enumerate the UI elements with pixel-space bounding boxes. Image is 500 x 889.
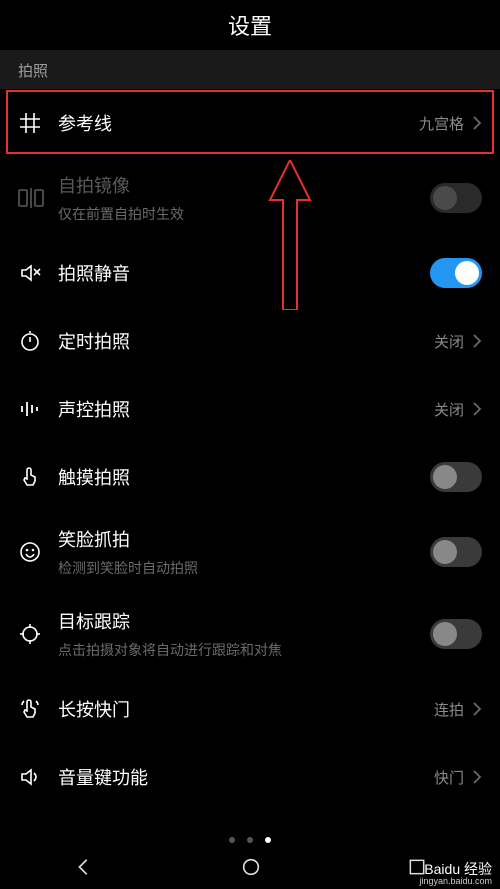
mute-icon bbox=[18, 261, 58, 285]
section-header-photo: 拍照 bbox=[0, 50, 500, 89]
row-title: 自拍镜像 bbox=[58, 172, 430, 198]
chevron-right-icon bbox=[472, 769, 482, 785]
toggle-touch[interactable] bbox=[430, 462, 482, 492]
watermark-brand: Baidu 经验 bbox=[419, 862, 492, 877]
row-title: 音量键功能 bbox=[58, 764, 434, 790]
nav-home-icon[interactable] bbox=[240, 856, 262, 878]
toggle-smile[interactable] bbox=[430, 537, 482, 567]
target-icon bbox=[18, 622, 58, 646]
page-title: 设置 bbox=[0, 0, 500, 50]
row-title: 目标跟踪 bbox=[58, 608, 430, 634]
row-subtitle: 检测到笑脸时自动拍照 bbox=[58, 558, 430, 578]
row-title: 触摸拍照 bbox=[58, 464, 430, 490]
row-title: 定时拍照 bbox=[58, 328, 434, 354]
row-value: 快门 bbox=[434, 767, 464, 788]
row-longpress[interactable]: 长按快门 连拍 bbox=[0, 675, 500, 743]
mirror-icon bbox=[18, 187, 58, 209]
row-voice[interactable]: 声控拍照 关闭 bbox=[0, 375, 500, 443]
chevron-right-icon bbox=[472, 401, 482, 417]
volume-icon bbox=[18, 765, 58, 789]
row-title: 拍照静音 bbox=[58, 260, 430, 286]
row-mirror[interactable]: 自拍镜像 仅在前置自拍时生效 bbox=[0, 157, 500, 239]
row-subtitle: 点击拍摄对象将自动进行跟踪和对焦 bbox=[58, 640, 430, 660]
row-title: 笑脸抓拍 bbox=[58, 526, 430, 552]
toggle-mirror[interactable] bbox=[430, 183, 482, 213]
row-volumekey[interactable]: 音量键功能 快门 bbox=[0, 743, 500, 811]
row-value: 关闭 bbox=[434, 399, 464, 420]
row-value: 关闭 bbox=[434, 331, 464, 352]
row-value: 九宫格 bbox=[419, 113, 464, 134]
grid-icon bbox=[18, 111, 58, 135]
nav-back-icon[interactable] bbox=[73, 856, 95, 878]
row-track[interactable]: 目标跟踪 点击拍摄对象将自动进行跟踪和对焦 bbox=[0, 593, 500, 675]
watermark: Baidu 经验 jingyan.baidu.com bbox=[419, 862, 492, 887]
toggle-track[interactable] bbox=[430, 619, 482, 649]
row-mute[interactable]: 拍照静音 bbox=[0, 239, 500, 307]
voice-icon bbox=[18, 397, 58, 421]
chevron-right-icon bbox=[472, 333, 482, 349]
chevron-right-icon bbox=[472, 115, 482, 131]
smile-icon bbox=[18, 540, 58, 564]
longpress-icon bbox=[18, 697, 58, 721]
row-title: 参考线 bbox=[58, 110, 419, 136]
timer-icon bbox=[18, 329, 58, 353]
row-subtitle: 仅在前置自拍时生效 bbox=[58, 204, 430, 224]
row-smile[interactable]: 笑脸抓拍 检测到笑脸时自动拍照 bbox=[0, 511, 500, 593]
chevron-right-icon bbox=[472, 701, 482, 717]
row-touch[interactable]: 触摸拍照 bbox=[0, 443, 500, 511]
page-indicator bbox=[0, 837, 500, 843]
watermark-url: jingyan.baidu.com bbox=[419, 877, 492, 887]
row-title: 声控拍照 bbox=[58, 396, 434, 422]
row-guideline[interactable]: 参考线 九宫格 bbox=[0, 89, 500, 157]
row-title: 长按快门 bbox=[58, 696, 434, 722]
touch-icon bbox=[18, 465, 58, 489]
toggle-mute[interactable] bbox=[430, 258, 482, 288]
row-value: 连拍 bbox=[434, 699, 464, 720]
row-timer[interactable]: 定时拍照 关闭 bbox=[0, 307, 500, 375]
